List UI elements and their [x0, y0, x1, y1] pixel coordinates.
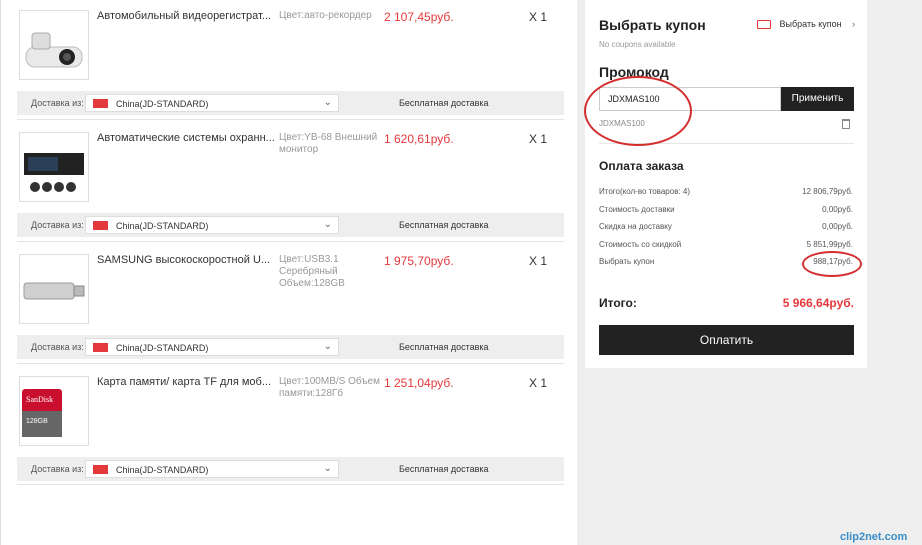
divider	[17, 241, 564, 242]
chevron-right-icon: ›	[852, 19, 856, 29]
total-label: Итого:	[599, 296, 637, 310]
chevron-down-icon: ⌄	[323, 97, 332, 108]
shipping-from-label: Доставка из:	[31, 464, 84, 474]
free-shipping-label: Бесплатная доставка	[399, 220, 489, 230]
divider	[17, 119, 564, 120]
product-variant: Цвет:YB-68 Внешний монитор	[279, 132, 378, 155]
divider	[17, 484, 564, 485]
china-flag-icon	[93, 343, 108, 352]
product-image-usb-drive[interactable]	[19, 254, 89, 324]
product-title[interactable]: Автоматические системы охранн...	[97, 132, 275, 144]
china-flag-icon	[93, 465, 108, 474]
free-shipping-label: Бесплатная доставка	[399, 98, 489, 108]
product-quantity: X 1	[529, 376, 548, 390]
product-quantity: X 1	[529, 132, 548, 146]
shipping-discount-value: 0,00руб.	[822, 222, 853, 231]
select-coupon-label: Выбрать купон	[779, 19, 842, 29]
shipping-from-label: Доставка из:	[31, 342, 84, 352]
annotation-circle-coupon-value	[802, 251, 862, 277]
product-variant: Цвет:100MB/S Объем памяти:128Гб	[279, 376, 380, 399]
product-title[interactable]: SAMSUNG высокоскоростной U...	[97, 254, 270, 266]
shipping-method-select[interactable]: China(JD-STANDARD) ⌄	[85, 460, 339, 478]
shipping-from-label: Доставка из:	[31, 98, 84, 108]
product-price: 1 975,70руб.	[384, 254, 454, 268]
product-quantity: X 1	[529, 254, 548, 268]
subtotal-value: 12 806,79руб.	[802, 187, 853, 196]
svg-text:SanDisk: SanDisk	[26, 395, 53, 404]
divider	[17, 363, 564, 364]
shipping-method-value: China(JD-STANDARD)	[116, 221, 209, 231]
discounted-cost-label: Стоимость со скидкой	[599, 240, 682, 249]
watermark: clip2net.com	[840, 531, 908, 543]
annotation-circle-promo	[584, 76, 692, 146]
pay-button[interactable]: Оплатить	[599, 325, 854, 355]
cart-items-panel: Автомобильный видеорегистрат... Цвет:авт…	[0, 0, 577, 545]
product-image-sd-card[interactable]: SanDisk 128GB	[19, 376, 89, 446]
payment-heading: Оплата заказа	[599, 159, 684, 173]
chevron-down-icon: ⌄	[323, 463, 332, 474]
product-price: 1 251,04руб.	[384, 376, 454, 390]
product-title[interactable]: Карта памяти/ карта TF для моб...	[97, 376, 271, 388]
shipping-discount-label: Скидка на доставку	[599, 222, 672, 231]
discounted-cost-value: 5 851,99руб.	[806, 240, 853, 249]
coupon-heading: Выбрать купон	[599, 17, 706, 33]
shipping-cost-value: 0,00руб.	[822, 205, 853, 214]
product-variant: Цвет:USB3.1 Серебряный Объем:128GB	[279, 254, 345, 289]
shipping-from-label: Доставка из:	[31, 220, 84, 230]
shipping-row: Доставка из: China(JD-STANDARD) ⌄ Беспла…	[17, 457, 564, 481]
shipping-row: Доставка из: China(JD-STANDARD) ⌄ Беспла…	[17, 335, 564, 359]
subtotal-label: Итого(кол-во товаров: 4)	[599, 187, 690, 196]
shipping-method-select[interactable]: China(JD-STANDARD) ⌄	[85, 94, 339, 112]
shipping-method-select[interactable]: China(JD-STANDARD) ⌄	[85, 338, 339, 356]
product-quantity: X 1	[529, 10, 548, 24]
shipping-method-value: China(JD-STANDARD)	[116, 99, 209, 109]
product-price: 2 107,45руб.	[384, 10, 454, 24]
apply-button[interactable]: Применить	[781, 87, 854, 111]
select-coupon-link[interactable]: Выбрать купон ›	[757, 19, 856, 30]
trash-icon[interactable]	[842, 119, 850, 129]
chevron-down-icon: ⌄	[323, 341, 332, 352]
no-coupons-text: No coupons available	[599, 40, 676, 49]
product-image-tpms[interactable]	[19, 132, 89, 202]
shipping-method-value: China(JD-STANDARD)	[116, 343, 209, 353]
summary-panel: Выбрать купон Выбрать купон › No coupons…	[585, 0, 867, 368]
shipping-method-value: China(JD-STANDARD)	[116, 465, 209, 475]
coupon-discount-label: Выбрать купон	[599, 257, 655, 266]
free-shipping-label: Бесплатная доставка	[399, 464, 489, 474]
shipping-cost-label: Стоимость доставки	[599, 205, 675, 214]
shipping-row: Доставка из: China(JD-STANDARD) ⌄ Беспла…	[17, 213, 564, 237]
free-shipping-label: Бесплатная доставка	[399, 342, 489, 352]
shipping-method-select[interactable]: China(JD-STANDARD) ⌄	[85, 216, 339, 234]
coupon-icon	[757, 20, 771, 30]
china-flag-icon	[93, 99, 108, 108]
product-price: 1 620,61руб.	[384, 132, 454, 146]
shipping-row: Доставка из: China(JD-STANDARD) ⌄ Беспла…	[17, 91, 564, 115]
product-image-dashcam[interactable]	[19, 10, 89, 80]
product-variant: Цвет:авто-рекордер	[279, 10, 372, 21]
svg-text:128GB: 128GB	[26, 418, 48, 425]
china-flag-icon	[93, 221, 108, 230]
total-value: 5 966,64руб.	[782, 296, 854, 310]
product-title[interactable]: Автомобильный видеорегистрат...	[97, 10, 271, 22]
chevron-down-icon: ⌄	[323, 219, 332, 230]
